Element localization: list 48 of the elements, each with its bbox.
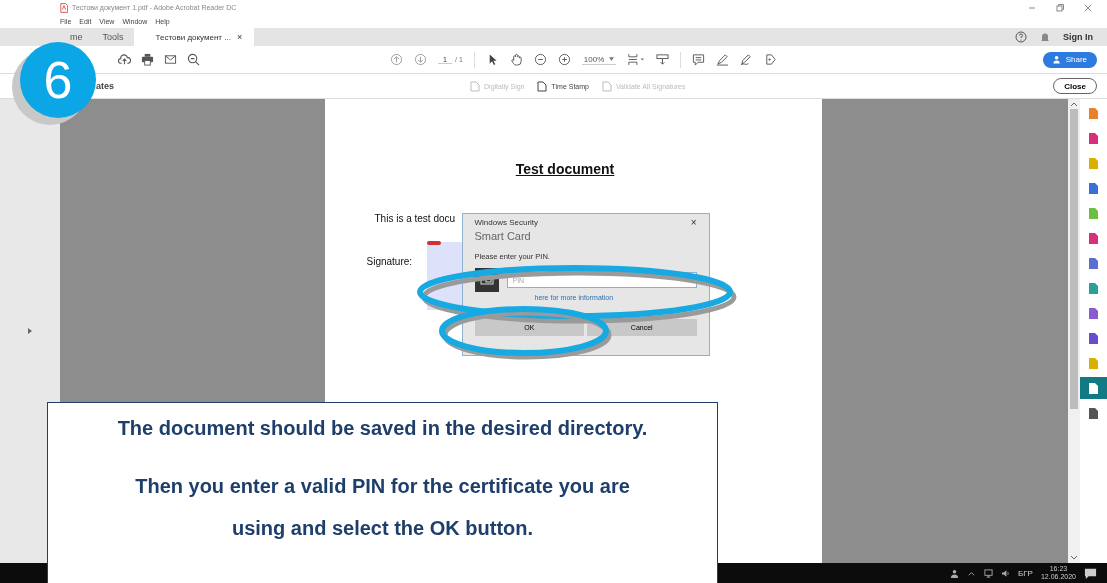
document-heading: Test document: [515, 161, 615, 177]
restore-icon[interactable]: [1055, 2, 1065, 13]
scrollbar-thumb[interactable]: [1070, 109, 1078, 409]
panel-title: ates: [96, 81, 114, 91]
tag-icon[interactable]: [764, 53, 778, 66]
share-button[interactable]: Share: [1042, 51, 1097, 68]
document-icon: [600, 80, 613, 92]
previous-page-icon[interactable]: [390, 53, 403, 66]
signature-pen-icon[interactable]: [740, 53, 754, 66]
page-fit-icon[interactable]: [627, 53, 646, 66]
speaker-icon[interactable]: [1001, 568, 1011, 578]
document-text: This is a test docu: [374, 213, 456, 224]
signature-label: Signature:: [366, 256, 413, 267]
document-icon: [469, 80, 481, 92]
tool-button[interactable]: [1080, 377, 1107, 399]
network-icon[interactable]: [984, 568, 994, 578]
instruction-text: The document should be saved in the desired directory.: [116, 416, 649, 441]
close-icon[interactable]: [1083, 2, 1093, 13]
print-icon[interactable]: [141, 53, 154, 66]
sign-in-link[interactable]: Sign In: [1063, 32, 1093, 42]
hand-icon[interactable]: [509, 53, 523, 66]
scroll-mode-icon[interactable]: [656, 53, 670, 66]
tab[interactable]: Тестови документ ... ×: [133, 28, 255, 46]
scroll-down-icon[interactable]: [1071, 556, 1077, 560]
zoom-out-icon[interactable]: [187, 53, 200, 66]
person-icon: [1052, 55, 1062, 64]
zoom-in-circle-icon[interactable]: [557, 53, 571, 66]
scroll-up-icon[interactable]: [1071, 102, 1077, 106]
dialog-close-button[interactable]: ×: [690, 217, 697, 228]
mail-icon[interactable]: [164, 53, 177, 66]
language-indicator[interactable]: БГР: [1018, 568, 1033, 578]
close-button[interactable]: Close: [1053, 78, 1097, 94]
notification-icon[interactable]: [1084, 566, 1097, 580]
upload-icon[interactable]: [118, 53, 131, 66]
instruction-text: Then you enter a valid PIN for the certificate you are using and select the OK button.: [134, 474, 631, 541]
pen-icon[interactable]: [716, 53, 730, 66]
expand-arrow-icon[interactable]: [28, 328, 32, 334]
comment-icon[interactable]: [692, 53, 706, 66]
dialog-title: Smart Card: [474, 230, 532, 242]
zoom-dropdown[interactable]: 100%: [581, 54, 617, 65]
caret-icon: [609, 57, 615, 61]
bell-icon[interactable]: [1039, 31, 1051, 43]
next-page-icon[interactable]: [414, 53, 427, 66]
document-icon: [536, 80, 549, 92]
dialog-caption: Windows Security: [474, 218, 539, 227]
zoom-out-circle-icon[interactable]: [533, 53, 547, 66]
help-icon[interactable]: [1015, 31, 1027, 43]
person-icon[interactable]: [950, 568, 960, 578]
